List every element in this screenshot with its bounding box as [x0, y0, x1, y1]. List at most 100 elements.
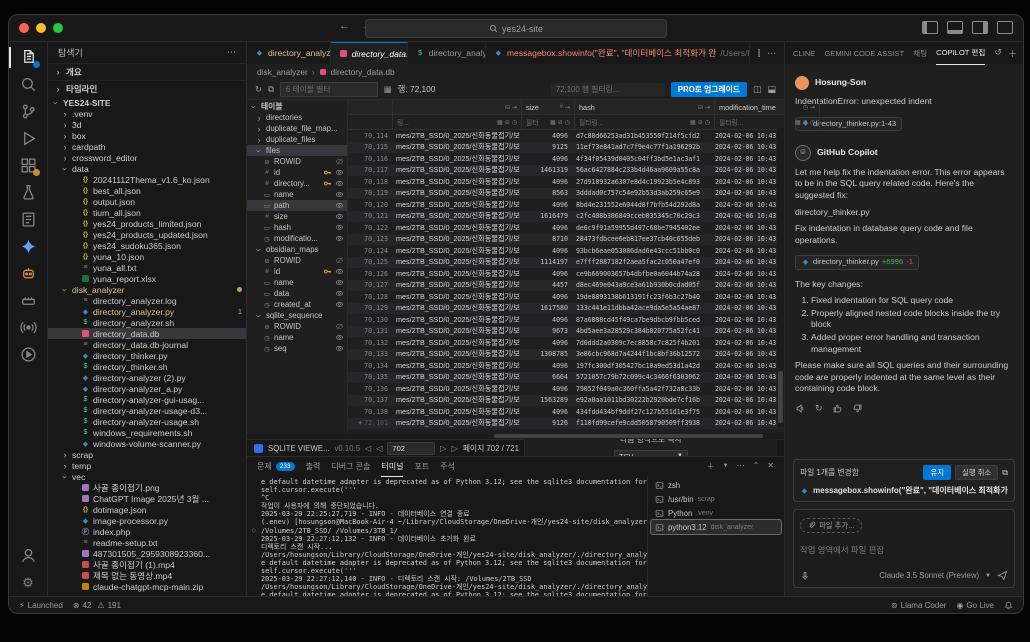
cell[interactable]: 70,133	[348, 350, 392, 358]
eye-off-icon[interactable]	[335, 256, 344, 265]
grid-column-filter[interactable]: 필터▦⊘◷	[522, 115, 575, 129]
schema-item[interactable]: ◷name	[247, 332, 347, 343]
table-row[interactable]: 70,124mes/2TB_SSD/0_2025/신화동물접기/보도자료/리소.…	[348, 245, 784, 257]
tree-item[interactable]: yuna_report.xlsx	[48, 273, 246, 284]
panel-tab[interactable]: 출력	[306, 457, 321, 476]
tree-item[interactable]: ›box	[48, 130, 246, 141]
tree-item[interactable]: claude-chatgpt-mcp-main.zip	[48, 581, 246, 592]
schema-item[interactable]: #id	[247, 167, 347, 178]
cell[interactable]: 2024-02-06 10:43:48.960000	[711, 327, 784, 335]
cell[interactable]: 8710	[520, 235, 572, 243]
cell[interactable]: d7c80d66253ad31b453550f214f5cfd2	[572, 132, 711, 140]
terminal-list-item[interactable]: python3.12disk_analyzer	[651, 520, 781, 534]
table-row[interactable]: +72,101mes/2TB_SSD/0_2025/신화동물접기/보도자료/리소…	[348, 418, 784, 430]
cell[interactable]: 70,132	[348, 339, 392, 347]
page-input[interactable]: 702	[387, 442, 435, 455]
cell[interactable]: 70,120	[348, 201, 392, 209]
cell[interactable]: 5721057c79b72c099c4c3466f6303062	[572, 373, 711, 381]
cell[interactable]: 56ac6427884c233b4d46aa9609a55c8a	[572, 166, 711, 174]
cell[interactable]: 70,117	[348, 166, 392, 174]
cell[interactable]: mes/2TB_SSD/0_2025/신화동물접기/보도자료/리소...	[392, 188, 520, 198]
horizontal-scrollbar[interactable]	[247, 433, 784, 439]
cell[interactable]: de6c9f91a59955d497c68be7945402ee	[572, 224, 711, 232]
last-page-icon[interactable]: ▷	[452, 444, 458, 453]
window-controls[interactable]	[19, 23, 63, 33]
copilot-tab[interactable]: 채팅	[913, 42, 927, 64]
cell[interactable]: mes/2TB_SSD/0_2025/신화동물접기/보도자료/리소...	[392, 361, 520, 371]
table-row[interactable]: 70,126mes/2TB_SSD/0_2025/신화동물접기/보도자료/리소.…	[348, 268, 784, 280]
close-panel-icon[interactable]: ✕	[767, 461, 774, 472]
undo-button[interactable]: 실행 취소	[955, 465, 998, 480]
cell[interactable]: 434fdd434bf9ddf27c127b551d1e3f75	[572, 408, 711, 416]
grid-column-header[interactable]: ⊟⇥	[393, 100, 522, 114]
cell[interactable]: 70,138	[348, 408, 392, 416]
cell[interactable]: 4096	[520, 247, 572, 255]
table-row[interactable]: 70,114mes/2TB_SSD/0_2025/신화동물접기/보도자료/리소.…	[348, 130, 784, 142]
cell[interactable]: 11ef73e841ad7c7f9e4c77f1a196292b	[572, 143, 711, 151]
first-page-icon[interactable]: ◁	[365, 444, 371, 453]
explorer-more-icon[interactable]: ⋯	[227, 47, 236, 58]
grid-column-header[interactable]	[348, 100, 393, 114]
tree-item[interactable]: ≡directory_data.db-journal	[48, 339, 246, 350]
eye-icon[interactable]	[335, 223, 344, 232]
tree-item[interactable]: ›cardpath	[48, 141, 246, 152]
notifications-bell[interactable]	[1004, 601, 1013, 610]
command-center-search[interactable]: yes24-site	[365, 19, 667, 38]
cell[interactable]: 3e86cbc968d7a4244f1bc8bf36b12572	[572, 350, 711, 358]
customize-layout-icon[interactable]	[997, 21, 1013, 34]
table-row[interactable]: 70,116mes/2TB_SSD/0_2025/신화동물접기/보도자료/리소.…	[348, 153, 784, 165]
pro-upgrade-button[interactable]: PRO로 업그레이드	[671, 82, 747, 97]
cell[interactable]: mes/2TB_SSD/0_2025/신화동물접기/보도자료/리소...	[392, 338, 520, 348]
eye-icon[interactable]	[335, 212, 344, 221]
cell[interactable]: mes/2TB_SSD/0_2025/신화동물접기/보도자료/리소...	[392, 165, 520, 175]
breadcrumb[interactable]: disk_analyzer › directory_data.db	[247, 64, 784, 79]
tree-item[interactable]: {}best_all.json	[48, 185, 246, 196]
mic-icon[interactable]	[800, 571, 810, 581]
thumbs-up-icon[interactable]	[832, 403, 843, 414]
settings-gear-icon[interactable]: ⚙	[9, 569, 47, 596]
tree-item[interactable]: ≡directory_analyzer.log	[48, 295, 246, 306]
cell[interactable]: 2024-02-06 10:43:48.090000	[711, 224, 784, 232]
cell[interactable]: mes/2TB_SSD/0_2025/신화동물접기/보도자료/리소...	[392, 223, 520, 233]
tree-item[interactable]: ≡readme-setup.txt	[48, 537, 246, 548]
docker-icon[interactable]	[9, 287, 47, 314]
schema-item[interactable]: ⊘ROWID	[247, 255, 347, 266]
editor-tab[interactable]: directory_data.db✕	[331, 42, 408, 64]
thumbs-down-icon[interactable]	[852, 403, 863, 414]
tree-item[interactable]: ›3d	[48, 119, 246, 130]
cell[interactable]: 2024-02-06 10:43:49.410000	[711, 408, 784, 416]
tree-item[interactable]: 제목 없는 동영상.mp4	[48, 570, 246, 581]
launched-status[interactable]: ⚡ Launched	[19, 601, 63, 610]
cell[interactable]: 70,125	[348, 258, 392, 266]
cell[interactable]: mes/2TB_SSD/0_2025/신화동물접기/보도자료/리소...	[392, 200, 520, 210]
schema-item[interactable]: #directory...	[247, 178, 347, 189]
cell[interactable]: 70,121	[348, 212, 392, 220]
cell[interactable]: mes/2TB_SSD/0_2025/신화동물접기/보도자료/리소...	[392, 269, 520, 279]
schema-item[interactable]: ▭name	[247, 277, 347, 288]
cell[interactable]: mes/2TB_SSD/0_2025/신화동물접기/보도자료/리소...	[392, 384, 520, 394]
cell[interactable]: 4096	[520, 362, 572, 370]
tree-item[interactable]: $directory_analyzer.sh	[48, 317, 246, 328]
keep-button[interactable]: 유지	[923, 465, 951, 480]
tree-item[interactable]: {}dotimage.json	[48, 504, 246, 515]
panel-tab[interactable]: 포트	[414, 457, 429, 476]
eye-icon[interactable]	[335, 201, 344, 210]
add-file-chip[interactable]: 파일 추가...	[800, 518, 862, 533]
cell[interactable]: 4096	[520, 270, 572, 278]
cell[interactable]: mes/2TB_SSD/0_2025/신화동물접기/보도자료/리소...	[392, 234, 520, 244]
tree-item[interactable]: ›YES24-SITE	[48, 97, 246, 108]
cell[interactable]: 2024-02-06 10:43:48.750000	[711, 316, 784, 324]
chat-input-box[interactable]: 파일 추가... 작업 영역에서 파일 편집 Claude 3.5 Sonnet…	[793, 509, 1015, 588]
cell[interactable]: 2024-02-06 10:43:47.420000	[711, 132, 784, 140]
schema-item[interactable]: ›duplicate_file_map...	[247, 123, 347, 134]
eye-off-icon[interactable]	[335, 157, 344, 166]
split-view-icon[interactable]: ◫	[753, 84, 762, 95]
notebook-icon[interactable]	[9, 206, 47, 233]
tree-item[interactable]: ◆directory_thinker.py	[48, 350, 246, 361]
cell[interactable]: mes/2TB_SSD/0_2025/신화동물접기/보도자료/리소...	[392, 142, 520, 152]
eye-icon[interactable]	[335, 267, 344, 276]
table-row[interactable]: 70,135mes/2TB_SSD/0_2025/신화동물접기/보도자료/리소.…	[348, 372, 784, 384]
cell[interactable]: mes/2TB_SSD/0_2025/신화동물접기/보도자료/리소...	[392, 418, 520, 428]
cell[interactable]: 4f34f05439d0405c04ff3bd5e1ac3af1	[572, 155, 711, 163]
cell[interactable]: 79052f049a0c360ffa5a42f732a8c33b	[572, 385, 711, 393]
